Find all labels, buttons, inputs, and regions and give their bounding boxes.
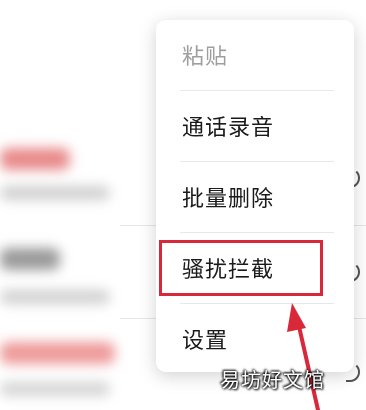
- highlight-box: [159, 240, 323, 296]
- menu-item-batch-delete[interactable]: 批量删除: [156, 162, 354, 232]
- watermark: 易坊好文馆: [220, 368, 325, 392]
- overflow-menu: 粘贴 通话录音 批量删除 骚扰拦截 设置: [156, 20, 354, 372]
- blurred-contact-detail: [0, 382, 110, 396]
- menu-item-call-recording[interactable]: 通话录音: [156, 91, 354, 161]
- menu-item-label: 批量删除: [182, 187, 275, 212]
- blurred-contact-name: [0, 342, 115, 364]
- menu-item-label: 设置: [182, 329, 229, 354]
- blurred-contact-name: [0, 148, 70, 170]
- menu-item-paste: 粘贴: [156, 20, 354, 90]
- blurred-contact-detail: [0, 186, 110, 200]
- menu-item-label: 通话录音: [182, 116, 275, 141]
- blurred-contact-detail: [0, 290, 110, 304]
- menu-item-label: 粘贴: [182, 45, 229, 70]
- blurred-contact-name: [0, 248, 60, 270]
